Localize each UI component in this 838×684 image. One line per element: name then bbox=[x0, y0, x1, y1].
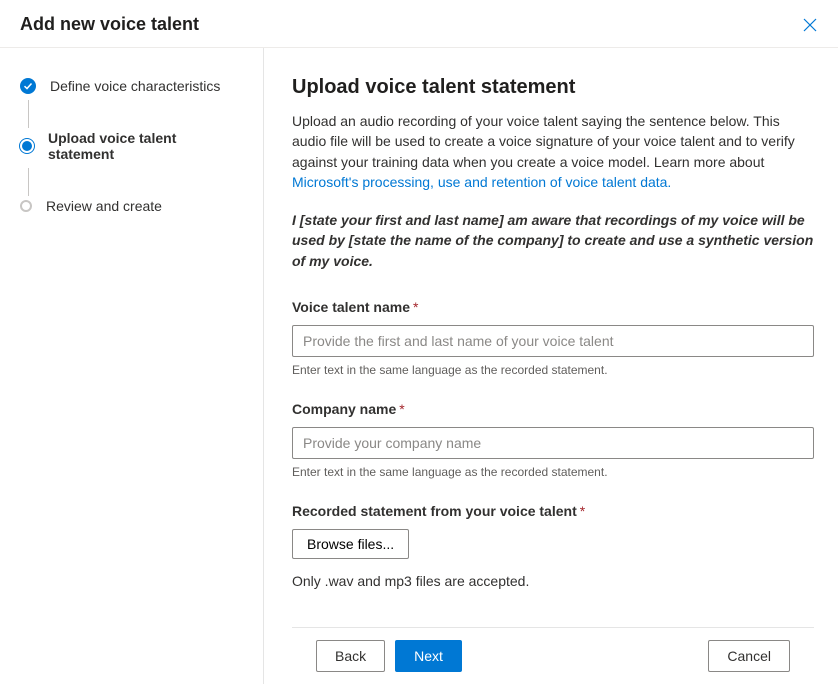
step-upload[interactable]: Upload voice talent statement bbox=[20, 130, 243, 166]
current-step-icon bbox=[20, 139, 34, 153]
recording-label: Recorded statement from your voice talen… bbox=[292, 503, 577, 519]
company-name-helper: Enter text in the same language as the r… bbox=[292, 465, 814, 479]
voice-name-helper: Enter text in the same language as the r… bbox=[292, 363, 814, 377]
cancel-button[interactable]: Cancel bbox=[708, 640, 790, 672]
dialog-body: Define voice characteristics Upload voic… bbox=[0, 48, 838, 684]
step-label: Define voice characteristics bbox=[50, 78, 220, 94]
company-name-input[interactable] bbox=[292, 427, 814, 459]
description-text: Upload an audio recording of your voice … bbox=[292, 113, 795, 170]
required-indicator: * bbox=[580, 503, 585, 519]
company-name-label: Company name bbox=[292, 401, 396, 417]
dialog-footer: Back Next Cancel bbox=[292, 627, 814, 684]
learn-more-link[interactable]: Microsoft's processing, use and retentio… bbox=[292, 174, 671, 190]
browse-files-button[interactable]: Browse files... bbox=[292, 529, 409, 559]
checkmark-icon bbox=[20, 78, 36, 94]
step-connector bbox=[28, 168, 29, 196]
step-label: Review and create bbox=[46, 198, 162, 214]
section-title: Upload voice talent statement bbox=[292, 76, 814, 99]
section-description: Upload an audio recording of your voice … bbox=[292, 111, 814, 192]
step-define[interactable]: Define voice characteristics bbox=[20, 78, 243, 98]
dialog-title: Add new voice talent bbox=[20, 14, 199, 35]
main-panel: Upload voice talent statement Upload an … bbox=[264, 48, 838, 684]
recording-field: Recorded statement from your voice talen… bbox=[292, 503, 814, 589]
company-name-field: Company name* Enter text in the same lan… bbox=[292, 401, 814, 479]
close-icon[interactable] bbox=[802, 17, 818, 33]
file-format-note: Only .wav and mp3 files are accepted. bbox=[292, 573, 814, 589]
required-indicator: * bbox=[413, 299, 418, 315]
next-button[interactable]: Next bbox=[395, 640, 462, 672]
step-connector bbox=[28, 100, 29, 128]
voice-name-field: Voice talent name* Enter text in the sam… bbox=[292, 299, 814, 377]
step-review[interactable]: Review and create bbox=[20, 198, 243, 218]
voice-name-label: Voice talent name bbox=[292, 299, 410, 315]
step-label: Upload voice talent statement bbox=[48, 130, 243, 162]
statement-text: I [state your first and last name] am aw… bbox=[292, 210, 814, 271]
required-indicator: * bbox=[399, 401, 404, 417]
back-button[interactable]: Back bbox=[316, 640, 385, 672]
voice-name-input[interactable] bbox=[292, 325, 814, 357]
step-sidebar: Define voice characteristics Upload voic… bbox=[0, 48, 264, 684]
pending-step-icon bbox=[20, 200, 32, 212]
dialog-header: Add new voice talent bbox=[0, 0, 838, 48]
